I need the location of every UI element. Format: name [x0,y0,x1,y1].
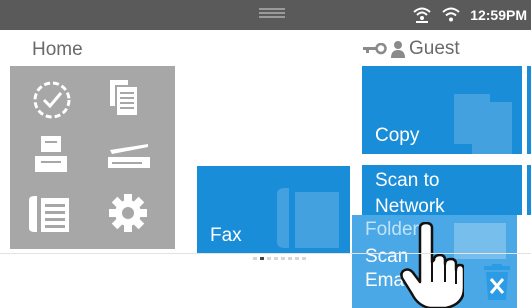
documents-icon[interactable] [108,78,144,120]
hand-pointer-icon [400,222,464,308]
user-name: Guest [409,38,460,59]
scan-network-line2: Network [375,196,445,215]
key-icon [363,43,387,55]
status-bar: 12:59PM [0,0,531,30]
page-dot-active [260,257,264,260]
fax-watermark-icon [277,188,339,248]
wifi-icon [442,7,460,22]
page-dot [274,257,278,260]
clock-check-icon[interactable] [32,80,72,120]
copy-tile[interactable]: Copy [362,66,522,154]
login-area[interactable]: Guest [363,38,460,60]
clock-time: 12:59PM [470,7,527,23]
printer-icon[interactable] [33,134,69,174]
home-title: Home [32,39,83,60]
user-icon [391,41,405,58]
copy-watermark-icon [454,94,512,154]
scanner-icon[interactable] [106,142,152,172]
page-dot [288,257,292,260]
fax-label: Fax [210,225,242,246]
settings-gear-icon[interactable] [108,193,148,233]
copy-label: Copy [375,125,420,146]
apps-panel [10,66,175,249]
pull-down-handle[interactable] [259,8,285,18]
page-indicator [253,257,306,260]
fax-tile[interactable]: Fax [197,166,350,253]
next-tile-edge-2 [527,165,531,215]
next-tile-edge [527,66,531,154]
page-dot [302,257,306,260]
divider [0,253,531,254]
page-dot [281,257,285,260]
page-dot [267,257,271,260]
fax-phone-icon[interactable] [27,194,71,234]
network-status-icon [413,7,431,23]
page-dot [295,257,299,260]
scan-network-line1: Scan to [375,170,440,191]
page-dot [253,257,257,260]
trash-delete-icon[interactable] [482,264,512,302]
scan-to-network-folder-tile[interactable]: Scan to Network [362,165,522,215]
